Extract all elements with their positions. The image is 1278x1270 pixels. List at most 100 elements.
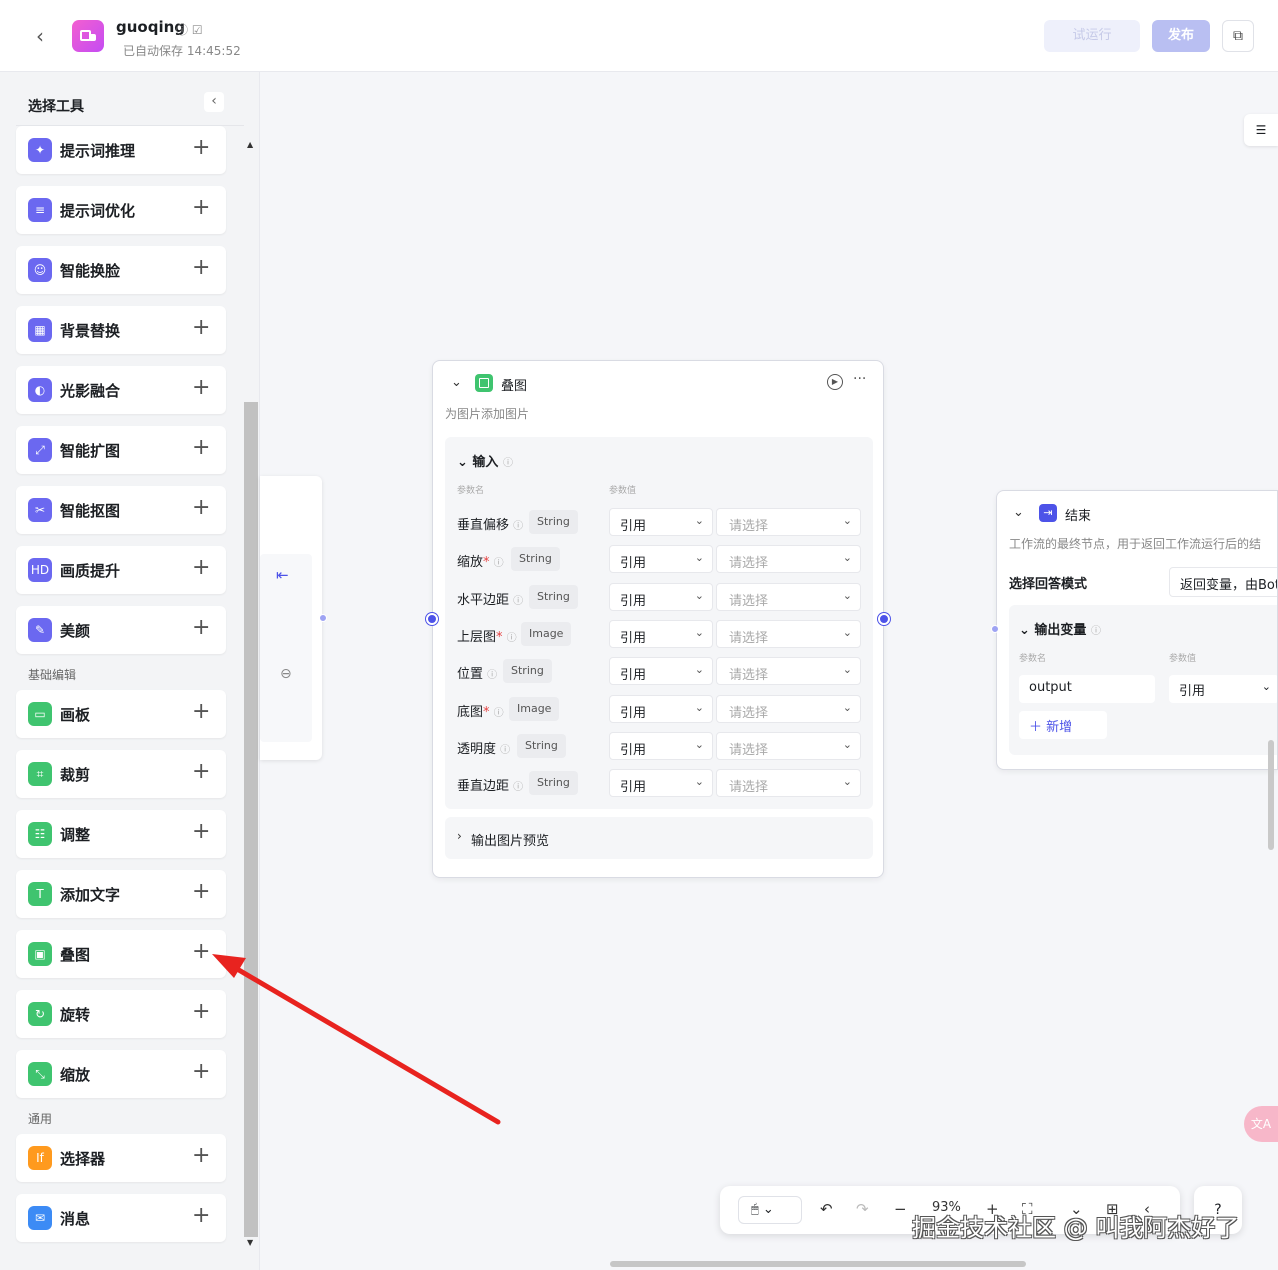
end-node[interactable]: ⌄ ⇥ 结束 工作流的最终节点，用于返回工作流运行后的结 选择回答模式 返回变量…	[996, 490, 1278, 770]
tool-card[interactable]: ✂ 智能抠图 +	[16, 486, 226, 534]
node-output-port[interactable]	[878, 613, 890, 625]
chevron-down-icon: ⌄	[694, 551, 704, 564]
previous-node[interactable]: ⇤ ⊖	[260, 476, 322, 760]
node-description: 为图片添加图片	[445, 407, 530, 421]
tool-card[interactable]: ◐ 光影融合 +	[16, 366, 226, 414]
chevron-down-icon: ⌄	[842, 551, 852, 564]
ref-select[interactable]: 引用 ⌄	[609, 657, 713, 685]
panel-toggle-icon[interactable]: ☰	[1244, 114, 1278, 146]
add-icon[interactable]: +	[192, 495, 210, 521]
output-ref-select[interactable]: 引用 ⌄	[1169, 675, 1277, 703]
add-icon[interactable]: +	[192, 879, 210, 905]
output-name-input[interactable]: output	[1019, 675, 1155, 703]
undo-icon[interactable]: ↶	[820, 1200, 833, 1218]
output-preview-section[interactable]: › 输出图片预览	[445, 817, 873, 859]
back-icon[interactable]: ‹	[28, 24, 52, 48]
tool-card[interactable]: ☷ 调整 +	[16, 810, 226, 858]
test-run-button[interactable]: 试运行	[1044, 20, 1140, 52]
add-icon[interactable]: +	[192, 999, 210, 1025]
answer-mode-select[interactable]: 返回变量，由Bot	[1169, 567, 1277, 597]
value-select[interactable]: 请选择 ⌄	[716, 620, 861, 648]
tool-card[interactable]: ⤢ 智能扩图 +	[16, 426, 226, 474]
tool-card[interactable]: If 选择器 +	[16, 1134, 226, 1182]
value-select[interactable]: 请选择 ⌄	[716, 695, 861, 723]
add-icon[interactable]: +	[192, 375, 210, 401]
add-icon[interactable]: +	[192, 1059, 210, 1085]
add-icon[interactable]: +	[192, 315, 210, 341]
redo-icon[interactable]: ↷	[856, 1200, 869, 1218]
horizontal-scrollbar[interactable]	[610, 1261, 1026, 1267]
window-icon[interactable]: ⧉	[1222, 20, 1254, 52]
ref-select[interactable]: 引用 ⌄	[609, 769, 713, 797]
more-icon[interactable]: ···	[853, 371, 866, 387]
add-icon[interactable]: +	[192, 819, 210, 845]
tool-card[interactable]: ⌗ 裁剪 +	[16, 750, 226, 798]
crop-icon: ⌗	[28, 762, 52, 786]
tool-card[interactable]: ☺ 智能换脸 +	[16, 246, 226, 294]
right-scrollbar[interactable]	[1268, 740, 1274, 850]
add-icon[interactable]: +	[192, 255, 210, 281]
tool-card[interactable]: ↻ 旋转 +	[16, 990, 226, 1038]
zoom-out-icon[interactable]: −	[894, 1200, 907, 1218]
previous-node-port[interactable]	[319, 614, 327, 622]
publish-button[interactable]: 发布	[1152, 20, 1210, 52]
param-type-badge: Image	[509, 697, 560, 721]
ref-select[interactable]: 引用 ⌄	[609, 583, 713, 611]
tool-card[interactable]: ✎ 美颜 +	[16, 606, 226, 654]
sidebar-scrollbar[interactable]: ▲ ▼	[244, 132, 258, 1268]
scroll-up-icon[interactable]: ▲	[247, 140, 253, 149]
column-header-value: 参数值	[609, 486, 637, 496]
chevron-down-icon: ⌄	[842, 589, 852, 602]
end-node-port[interactable]	[991, 625, 999, 633]
tool-card[interactable]: ⤡ 缩放 +	[16, 1050, 226, 1098]
minus-circle-icon[interactable]: ⊖	[280, 666, 292, 682]
output-variables-title[interactable]: ⌄ 输出变量 ⓘ	[1019, 619, 1101, 638]
tool-card[interactable]: ▭ 画板 +	[16, 690, 226, 738]
add-icon[interactable]: +	[192, 195, 210, 221]
value-select[interactable]: 请选择 ⌄	[716, 769, 861, 797]
tool-card[interactable]: ▣ 叠图 +	[16, 930, 226, 978]
value-placeholder: 请选择	[729, 780, 769, 795]
tool-card[interactable]: ▦ 背景替换 +	[16, 306, 226, 354]
add-icon[interactable]: +	[192, 759, 210, 785]
add-icon[interactable]: +	[192, 435, 210, 461]
add-icon[interactable]: +	[192, 939, 210, 965]
mouse-mode-select[interactable]: 🖱 ⌄	[738, 1196, 802, 1224]
overlay-node[interactable]: ⌄ 叠图 ▶ ··· 为图片添加图片 ⌄ 输入 ⓘ 参数名 参数值 垂直偏移 ⓘ…	[432, 360, 884, 878]
value-select[interactable]: 请选择 ⌄	[716, 732, 861, 760]
add-icon[interactable]: +	[192, 135, 210, 161]
scroll-thumb[interactable]	[244, 402, 258, 1237]
ref-select[interactable]: 引用 ⌄	[609, 620, 713, 648]
add-icon[interactable]: +	[192, 699, 210, 725]
scroll-down-icon[interactable]: ▼	[247, 1238, 253, 1247]
ref-select[interactable]: 引用 ⌄	[609, 508, 713, 536]
value-select[interactable]: 请选择 ⌄	[716, 657, 861, 685]
add-icon[interactable]: +	[192, 1143, 210, 1169]
info-edit-icons[interactable]: ⓘ ☑	[176, 21, 203, 38]
ref-select[interactable]: 引用 ⌄	[609, 695, 713, 723]
translate-icon[interactable]: 文A	[1244, 1106, 1278, 1142]
param-row: 缩放* ⓘ String 引用 ⌄ 请选择 ⌄	[445, 544, 873, 574]
tool-card[interactable]: HD 画质提升 +	[16, 546, 226, 594]
add-variable-button[interactable]: ＋ 新增	[1019, 711, 1107, 739]
add-icon[interactable]: +	[192, 555, 210, 581]
collapse-icon[interactable]: ‹	[204, 92, 224, 112]
input-icon[interactable]: ⇤	[276, 566, 289, 584]
value-select[interactable]: 请选择 ⌄	[716, 583, 861, 611]
node-input-port[interactable]	[426, 613, 438, 625]
input-title[interactable]: ⌄ 输入 ⓘ	[457, 451, 513, 470]
collapse-chevron-icon[interactable]: ⌄	[451, 375, 462, 390]
run-node-icon[interactable]: ▶	[827, 374, 843, 390]
tool-card[interactable]: ≡ 提示词优化 +	[16, 186, 226, 234]
ref-select[interactable]: 引用 ⌄	[609, 545, 713, 573]
value-select[interactable]: 请选择 ⌄	[716, 508, 861, 536]
value-select[interactable]: 请选择 ⌄	[716, 545, 861, 573]
tool-card[interactable]: T 添加文字 +	[16, 870, 226, 918]
add-icon[interactable]: +	[192, 615, 210, 641]
collapse-chevron-icon[interactable]: ⌄	[1013, 505, 1024, 520]
tool-card[interactable]: ✉ 消息 +	[16, 1194, 226, 1242]
ref-select[interactable]: 引用 ⌄	[609, 732, 713, 760]
tool-card[interactable]: ✦ 提示词推理 +	[16, 126, 226, 174]
expand-chevron-icon[interactable]: ›	[457, 829, 462, 843]
add-icon[interactable]: +	[192, 1203, 210, 1229]
